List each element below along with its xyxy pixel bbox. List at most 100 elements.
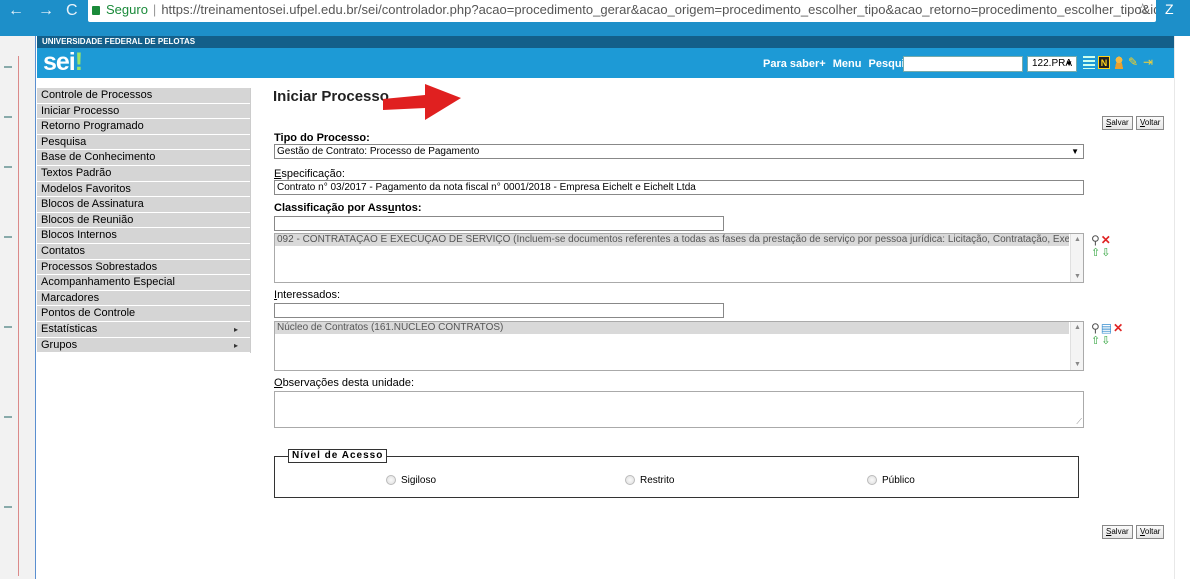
sidebar-item-pesquisa[interactable]: Pesquisa	[37, 134, 250, 151]
sidebar-item-label: Estatísticas	[41, 322, 98, 335]
scroll-up-icon[interactable]: ▲	[1074, 236, 1081, 243]
nivel-acesso-fieldset: Nível de Acesso Sigiloso Restrito Públic…	[274, 449, 1079, 498]
radio-publico[interactable]: Público	[867, 475, 915, 486]
radio-circle-icon[interactable]	[625, 475, 635, 485]
move-down-icon[interactable]: ⇩	[1101, 335, 1110, 347]
list-item[interactable]: 092 - CONTRATAÇÃO E EXECUÇÃO DE SERVIÇO …	[275, 234, 1069, 246]
radio-circle-icon[interactable]	[386, 475, 396, 485]
url-text[interactable]: https://treinamentosei.ufpel.edu.br/sei/…	[161, 2, 1156, 17]
background-mark	[4, 326, 12, 328]
scroll-down-icon[interactable]: ▼	[1074, 361, 1081, 368]
sidebar-item-grupos[interactable]: Grupos ▸	[37, 337, 250, 354]
sidebar-item-processos-sobrestados[interactable]: Processos Sobrestados	[37, 259, 250, 276]
sidebar-item-modelos-favoritos[interactable]: Modelos Favoritos	[37, 181, 250, 198]
tools-icon[interactable]: ✎	[1128, 56, 1140, 69]
tipo-processo-label: Tipo do Processo:	[274, 132, 370, 144]
observacoes-label-text: bservações desta unidade:	[282, 377, 415, 389]
sidebar-item-marcadores[interactable]: Marcadores	[37, 290, 250, 307]
sei-app: UNIVERSIDADE FEDERAL DE PELOTAS sei! Par…	[37, 36, 1190, 579]
sidebar-item-label: Modelos Favoritos	[41, 182, 131, 195]
sidebar-item-pontos-controle[interactable]: Pontos de Controle	[37, 306, 250, 322]
move-down-icon[interactable]: ⇩	[1101, 247, 1110, 259]
logo-dot: !	[74, 48, 83, 76]
sidebar-menu: Controle de Processos Iniciar Processo R…	[37, 88, 251, 354]
especificacao-input[interactable]: Contrato n° 03/2017 - Pagamento da nota …	[274, 180, 1084, 195]
sidebar-item-contatos[interactable]: Contatos	[37, 243, 250, 260]
window-scrollbar[interactable]	[1174, 36, 1190, 579]
back-button-top[interactable]: Voltar	[1136, 116, 1165, 130]
interessados-search-input[interactable]	[274, 303, 724, 318]
edit-contact-icon[interactable]: ▤	[1101, 322, 1112, 334]
back-button-label: oltar	[1144, 527, 1161, 536]
sidebar-item-retorno-programado[interactable]: Retorno Programado	[37, 119, 250, 135]
header-search-input[interactable]	[903, 56, 1023, 72]
sidebar-item-blocos-reuniao[interactable]: Blocos de Reunião	[37, 212, 250, 229]
save-button-label: alvar	[1111, 527, 1129, 536]
menu-link[interactable]: Menu	[833, 58, 862, 70]
sidebar-item-iniciar-processo[interactable]: Iniciar Processo	[37, 103, 250, 120]
sidebar-item-textos-padrao[interactable]: Textos Padrão	[37, 165, 250, 182]
list-scrollbar[interactable]: ▲ ▼	[1070, 322, 1083, 370]
classificacao-list[interactable]: 092 - CONTRATAÇÃO E EXECUÇÃO DE SERVIÇO …	[274, 233, 1084, 283]
secure-label: Seguro	[106, 2, 148, 17]
sidebar-item-label: Pesquisa	[41, 135, 87, 148]
sidebar-item-controle-processos[interactable]: Controle de Processos	[37, 88, 250, 104]
user-icon[interactable]	[1113, 56, 1125, 69]
sidebar-item-label: Retorno Programado	[41, 120, 144, 133]
back-button-bottom[interactable]: Voltar	[1136, 525, 1165, 539]
arrow-left-icon[interactable]: ←	[8, 2, 24, 20]
search-icon[interactable]: ⚲	[1091, 322, 1100, 334]
interessados-label: Interessados:	[274, 289, 340, 301]
sidebar-item-label: Acompanhamento Especial	[41, 276, 175, 289]
resize-grip-icon[interactable]: ⟋	[1076, 417, 1082, 427]
radio-restrito[interactable]: Restrito	[625, 475, 674, 486]
classificacao-actions: ⚲✕ ⇧⇩	[1091, 234, 1112, 259]
header-icons: N ✎ ⇥	[1083, 56, 1158, 69]
remove-icon[interactable]: ✕	[1113, 322, 1123, 334]
search-icon[interactable]: ⚲	[1091, 234, 1100, 246]
sidebar-item-label: Blocos de Assinatura	[41, 198, 144, 211]
sidebar-item-blocos-assinatura[interactable]: Blocos de Assinatura	[37, 197, 250, 213]
scroll-down-icon[interactable]: ▼	[1074, 273, 1081, 280]
chevron-right-icon: ▸	[233, 324, 238, 334]
save-button-top[interactable]: Salvar	[1102, 116, 1133, 130]
unit-select[interactable]: 122.PRA ▼	[1027, 56, 1077, 72]
radio-publico-label: Público	[882, 475, 915, 486]
arrow-right-icon[interactable]: →	[38, 2, 54, 20]
sidebar-item-label: Iniciar Processo	[41, 104, 120, 117]
bookmark-star-icon[interactable]: ☆	[1136, 0, 1149, 18]
move-up-icon[interactable]: ⇧	[1091, 335, 1100, 347]
reload-icon[interactable]: C	[66, 2, 78, 20]
sidebar-item-estatisticas[interactable]: Estatísticas ▸	[37, 321, 250, 338]
notification-icon[interactable]: N	[1098, 56, 1110, 69]
address-bar[interactable]: Seguro | https://treinamentosei.ufpel.edu.…	[88, 0, 1156, 22]
sidebar-item-base-conhecimento[interactable]: Base de Conhecimento	[37, 150, 250, 166]
background-mark	[4, 236, 12, 238]
save-button-bottom[interactable]: Salvar	[1102, 525, 1133, 539]
interessados-list[interactable]: Núcleo de Contratos (161.NUCLEO CONTRATO…	[274, 321, 1084, 371]
red-arrow-icon	[383, 84, 461, 120]
grid-icon[interactable]	[1083, 56, 1095, 69]
main-content: Iniciar Processo Salvar Voltar Tipo do P…	[273, 78, 1173, 578]
classificacao-label-a: Classificação por Ass	[274, 202, 388, 214]
list-scrollbar[interactable]: ▲ ▼	[1070, 234, 1083, 282]
classificacao-search-input[interactable]	[274, 216, 724, 231]
radio-sigiloso[interactable]: Sigiloso	[386, 475, 436, 486]
classificacao-label: Classificação por Assuntos:	[274, 202, 422, 214]
extension-icon[interactable]: Z	[1165, 1, 1174, 17]
list-item[interactable]: Núcleo de Contratos (161.NUCLEO CONTRATO…	[275, 322, 1069, 334]
sidebar-item-blocos-internos[interactable]: Blocos Internos	[37, 228, 250, 244]
nivel-acesso-legend: Nível de Acesso	[288, 449, 388, 463]
radio-circle-icon[interactable]	[867, 475, 877, 485]
tipo-processo-select[interactable]: Gestão de Contrato: Processo de Pagament…	[274, 144, 1084, 159]
scroll-up-icon[interactable]: ▲	[1074, 324, 1081, 331]
sei-logo[interactable]: sei!	[43, 48, 83, 76]
sidebar-item-acompanhamento-especial[interactable]: Acompanhamento Especial	[37, 275, 250, 291]
observacoes-textarea[interactable]: ⟋	[274, 391, 1084, 428]
move-up-icon[interactable]: ⇧	[1091, 247, 1100, 259]
remove-icon[interactable]: ✕	[1101, 234, 1111, 246]
background-mark	[4, 506, 12, 508]
sidebar-item-label: Textos Padrão	[41, 166, 112, 179]
para-saber-link[interactable]: Para saber+	[763, 58, 826, 70]
exit-icon[interactable]: ⇥	[1143, 56, 1155, 69]
